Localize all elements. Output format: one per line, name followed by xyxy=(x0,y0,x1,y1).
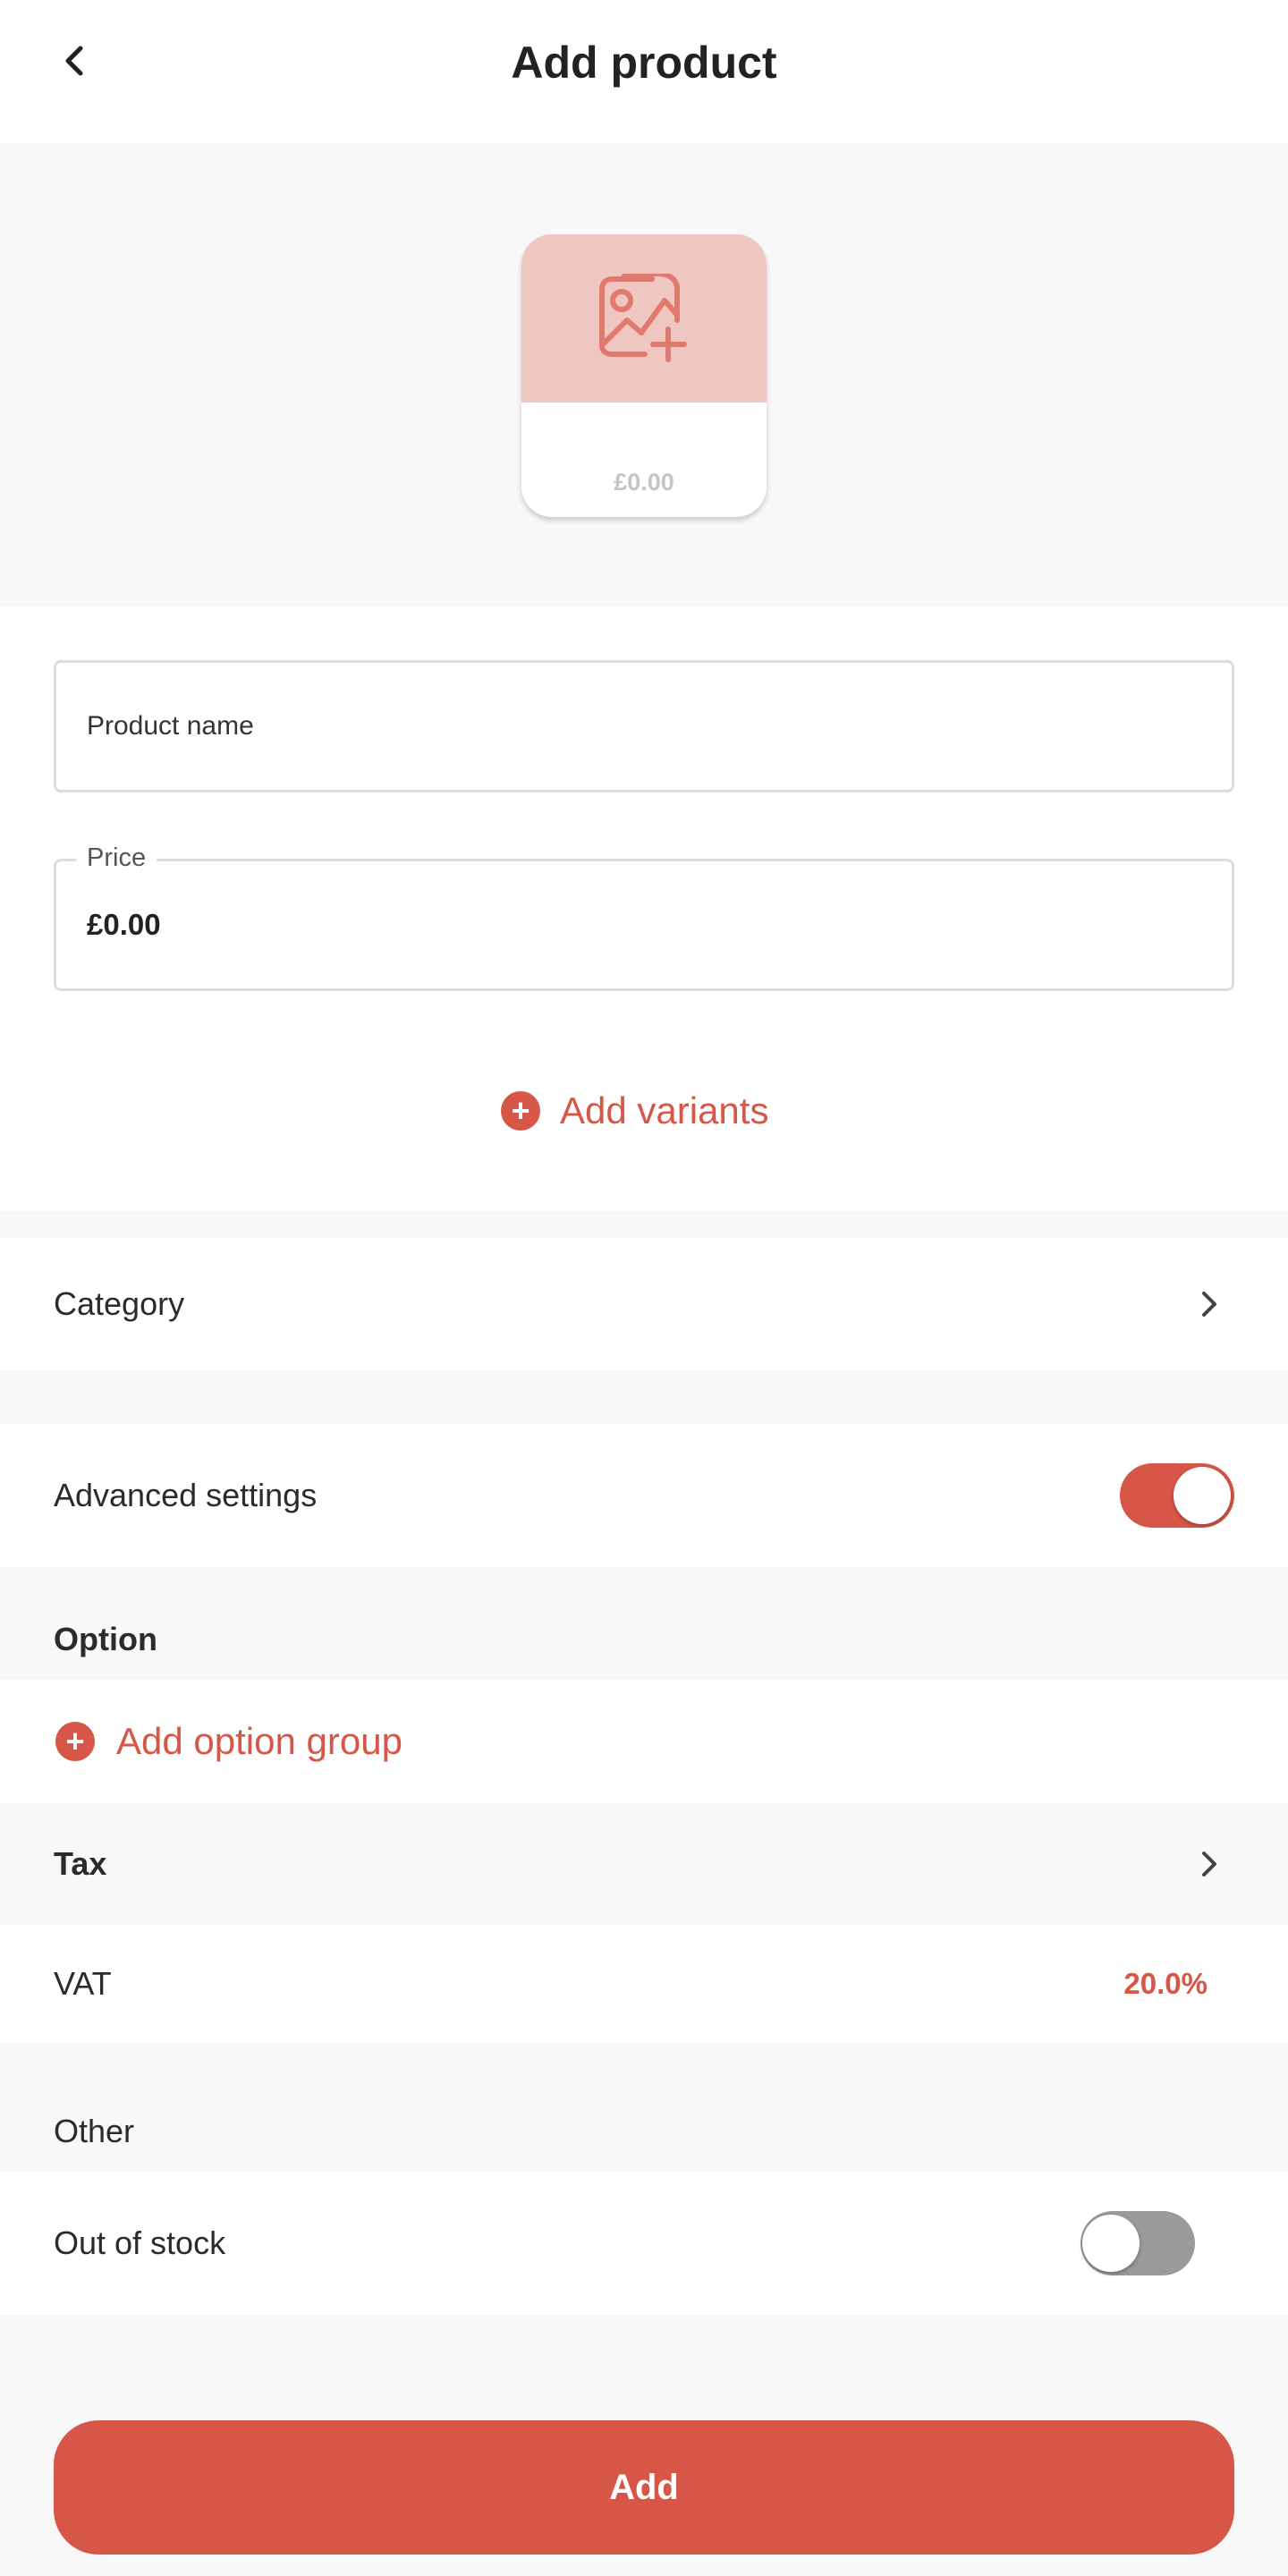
page-title: Add product xyxy=(511,38,777,88)
toggle-knob xyxy=(1082,2215,1140,2272)
product-name-field[interactable]: Product name xyxy=(54,660,1234,792)
chevron-right-icon xyxy=(1193,1848,1225,1880)
add-option-group-row[interactable]: + Add option group xyxy=(0,1680,1288,1803)
plus-circle-icon: + xyxy=(501,1091,540,1131)
out-of-stock-toggle[interactable] xyxy=(1080,2211,1195,2275)
category-label: Category xyxy=(54,1285,185,1322)
vat-row: VAT 20.0% xyxy=(0,1925,1288,2043)
category-row[interactable]: Category xyxy=(0,1238,1288,1370)
toggle-knob xyxy=(1174,1467,1231,1524)
add-button[interactable]: Add xyxy=(54,2420,1234,2555)
chevron-right-icon xyxy=(1193,1288,1225,1320)
price-field-value: £0.00 xyxy=(87,908,161,941)
option-section-title: Option xyxy=(54,1621,157,1657)
vat-label: VAT xyxy=(54,1965,112,2002)
advanced-settings-toggle[interactable] xyxy=(1120,1463,1234,1528)
add-option-group-label: Add option group xyxy=(116,1720,402,1762)
plus-circle-icon: + xyxy=(55,1722,95,1761)
tax-header-row[interactable]: Tax xyxy=(0,1803,1288,1925)
advanced-settings-row: Advanced settings xyxy=(0,1424,1288,1567)
card-price: £0.00 xyxy=(614,469,674,496)
add-variants-button[interactable]: + Add variants xyxy=(501,1079,768,1143)
product-name-placeholder: Product name xyxy=(87,711,254,741)
price-field[interactable]: Price £0.00 xyxy=(54,843,1234,991)
add-option-group-button[interactable]: + Add option group xyxy=(55,1680,402,1803)
add-image-icon xyxy=(599,274,687,362)
tax-section-title: Tax xyxy=(54,1845,107,1882)
vat-value: 20.0% xyxy=(1123,1967,1208,2000)
out-of-stock-row: Out of stock xyxy=(0,2172,1288,2315)
app-header: Add product xyxy=(0,0,1288,143)
advanced-settings-label: Advanced settings xyxy=(54,1477,318,1513)
other-section-title: Other xyxy=(54,2113,135,2149)
add-variants-label: Add variants xyxy=(560,1089,769,1131)
image-placeholder[interactable] xyxy=(521,234,767,402)
product-image-card[interactable]: £0.00 xyxy=(521,234,767,517)
out-of-stock-label: Out of stock xyxy=(54,2224,226,2261)
